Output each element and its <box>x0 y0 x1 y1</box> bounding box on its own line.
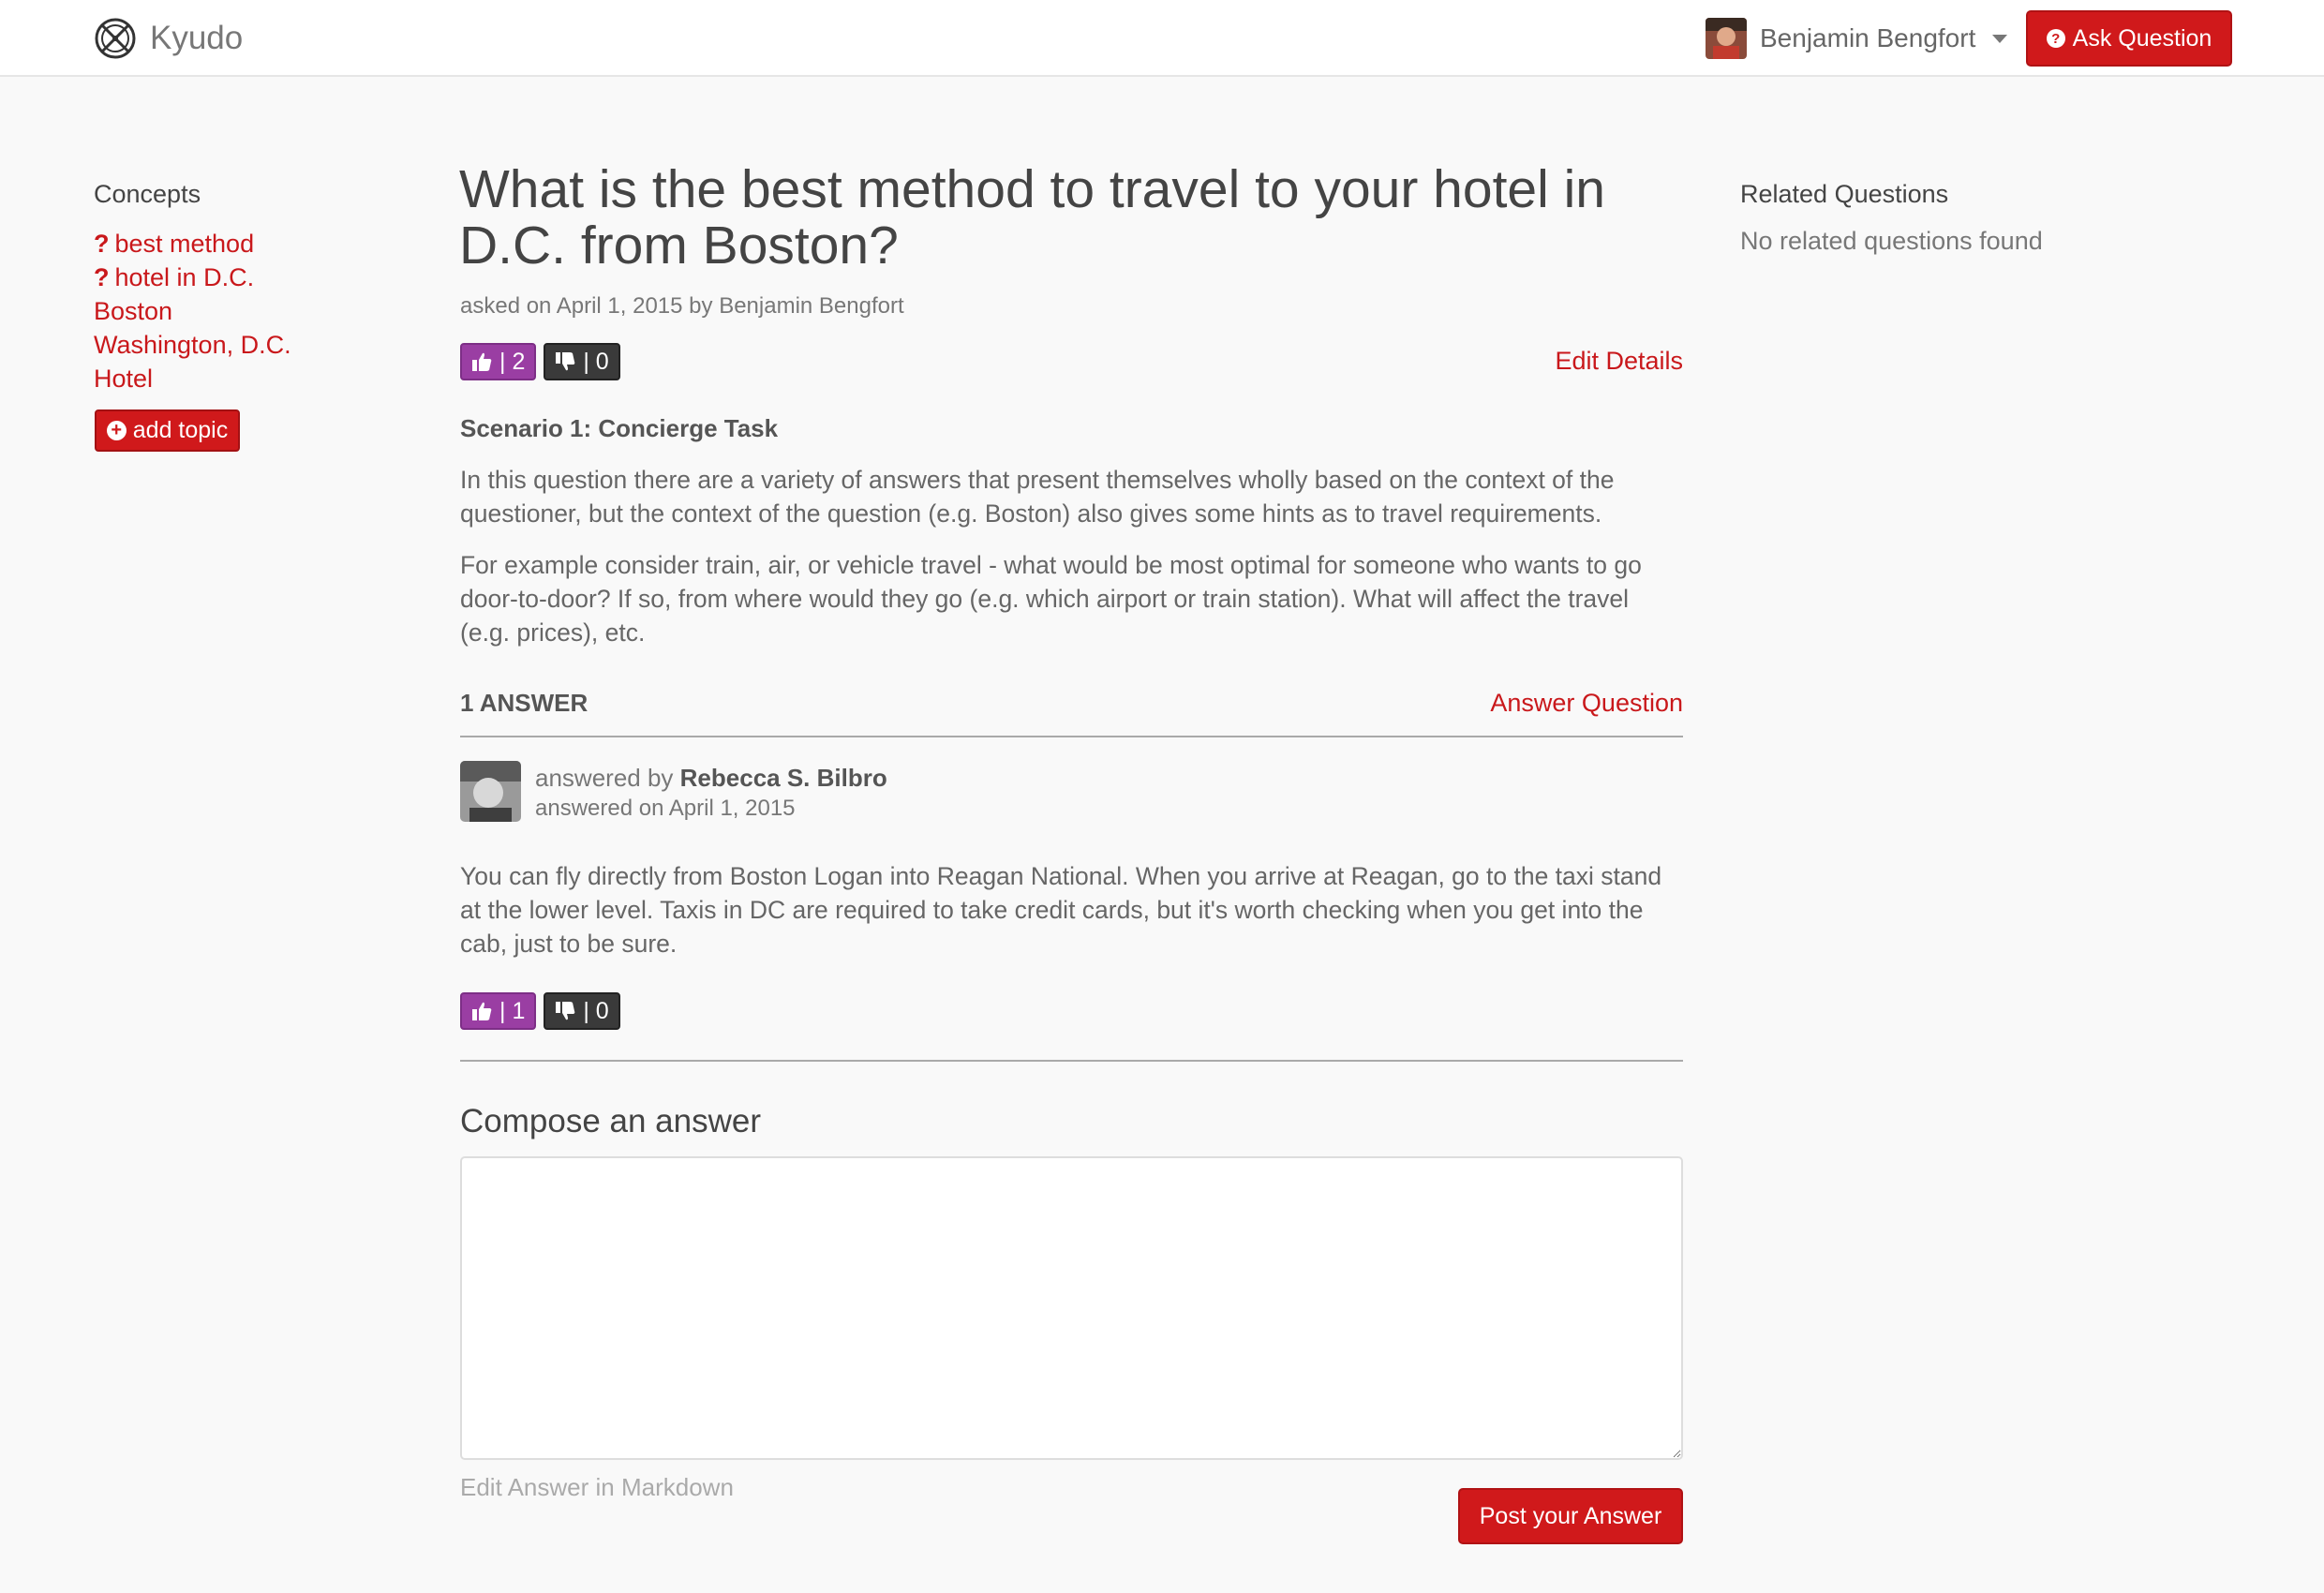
related-questions-heading: Related Questions <box>1740 180 1949 208</box>
answer-author-name: Rebecca S. Bilbro <box>679 764 887 792</box>
thumbs-up-icon <box>472 1002 492 1020</box>
thumbs-down-icon <box>556 352 575 371</box>
related-questions-empty: No related questions found <box>1740 227 2043 255</box>
question-circle-icon: ? <box>2046 29 2065 48</box>
brand-name: Kyudo <box>150 20 244 56</box>
thumbs-up-icon <box>472 352 492 371</box>
concept-label: Hotel <box>94 365 154 393</box>
add-topic-button[interactable]: + add topic <box>95 409 240 452</box>
post-answer-button[interactable]: Post your Answer <box>1458 1488 1683 1544</box>
question-mark-icon: ? <box>94 230 110 258</box>
concept-link[interactable]: Washington, D.C. <box>94 328 291 362</box>
concept-link[interactable]: Boston <box>94 294 291 328</box>
question-downvote-button[interactable]: | 0 <box>544 343 620 380</box>
answer-downvote-button[interactable]: | 0 <box>544 992 620 1030</box>
answer-body: You can fly directly from Boston Logan i… <box>460 862 1662 958</box>
divider <box>460 1060 1683 1062</box>
brand-link[interactable]: Kyudo <box>94 16 243 61</box>
answer-date: answered on April 1, 2015 <box>535 796 796 821</box>
ask-question-button[interactable]: ? Ask Question <box>2026 10 2232 67</box>
question-title: What is the best method to travel to you… <box>459 159 1605 275</box>
answered-by-prefix: answered by <box>535 764 674 792</box>
ask-question-label: Ask Question <box>2072 24 2212 52</box>
concept-label: hotel in D.C. <box>114 263 255 291</box>
concept-label: Washington, D.C. <box>94 331 291 359</box>
question-vote-buttons: | 2 | 0 <box>460 343 620 380</box>
answer-upvote-count: | 1 <box>499 997 526 1024</box>
concepts-heading: Concepts <box>94 180 201 208</box>
divider <box>460 736 1683 737</box>
answer-upvote-button[interactable]: | 1 <box>460 992 537 1030</box>
concept-link[interactable]: Hotel <box>94 362 291 395</box>
answers-count: 1 ANSWER <box>460 689 588 717</box>
navbar: Kyudo Benjamin Bengfort ? Ask Question <box>0 0 2324 77</box>
thumbs-down-icon <box>556 1002 575 1020</box>
add-topic-label: add topic <box>132 417 229 443</box>
concept-label: Boston <box>94 297 173 325</box>
plus-circle-icon: + <box>106 421 127 440</box>
answer-downvote-count: | 0 <box>583 997 609 1024</box>
user-name: Benjamin Bengfort <box>1760 23 1976 52</box>
user-avatar <box>1706 18 1747 59</box>
answer-question-link[interactable]: Answer Question <box>1490 689 1683 718</box>
answer-author-avatar <box>460 761 521 822</box>
question-mark-icon: ? <box>94 263 110 291</box>
user-menu-dropdown[interactable]: Benjamin Bengfort <box>1706 17 2008 60</box>
edit-details-link[interactable]: Edit Details <box>1555 347 1683 376</box>
markdown-hint: Edit Answer in Markdown <box>460 1473 734 1501</box>
question-downvote-count: | 0 <box>583 348 609 375</box>
question-upvote-count: | 2 <box>499 348 526 375</box>
answer-vote-buttons: | 1 | 0 <box>460 992 620 1030</box>
concept-link[interactable]: ? hotel in D.C. <box>94 261 291 294</box>
kyudo-logo-icon <box>95 18 136 59</box>
concept-link[interactable]: ? best method <box>94 227 291 261</box>
question-upvote-button[interactable]: | 2 <box>460 343 537 380</box>
question-paragraph: For example consider train, air, or vehi… <box>460 551 1642 647</box>
answer-textarea[interactable] <box>460 1156 1683 1460</box>
chevron-down-icon <box>1992 34 2008 43</box>
concept-label: best method <box>114 230 255 258</box>
question-paragraph: In this question there are a variety of … <box>460 466 1615 528</box>
compose-heading: Compose an answer <box>460 1103 761 1139</box>
answer-author-line: answered by Rebecca S. Bilbro <box>535 764 887 793</box>
concept-list: ? best method ? hotel in D.C. Boston Washi… <box>94 227 291 395</box>
question-subheading: Scenario 1: Concierge Task <box>460 414 779 442</box>
question-meta: asked on April 1, 2015 by Benjamin Bengf… <box>460 293 904 319</box>
